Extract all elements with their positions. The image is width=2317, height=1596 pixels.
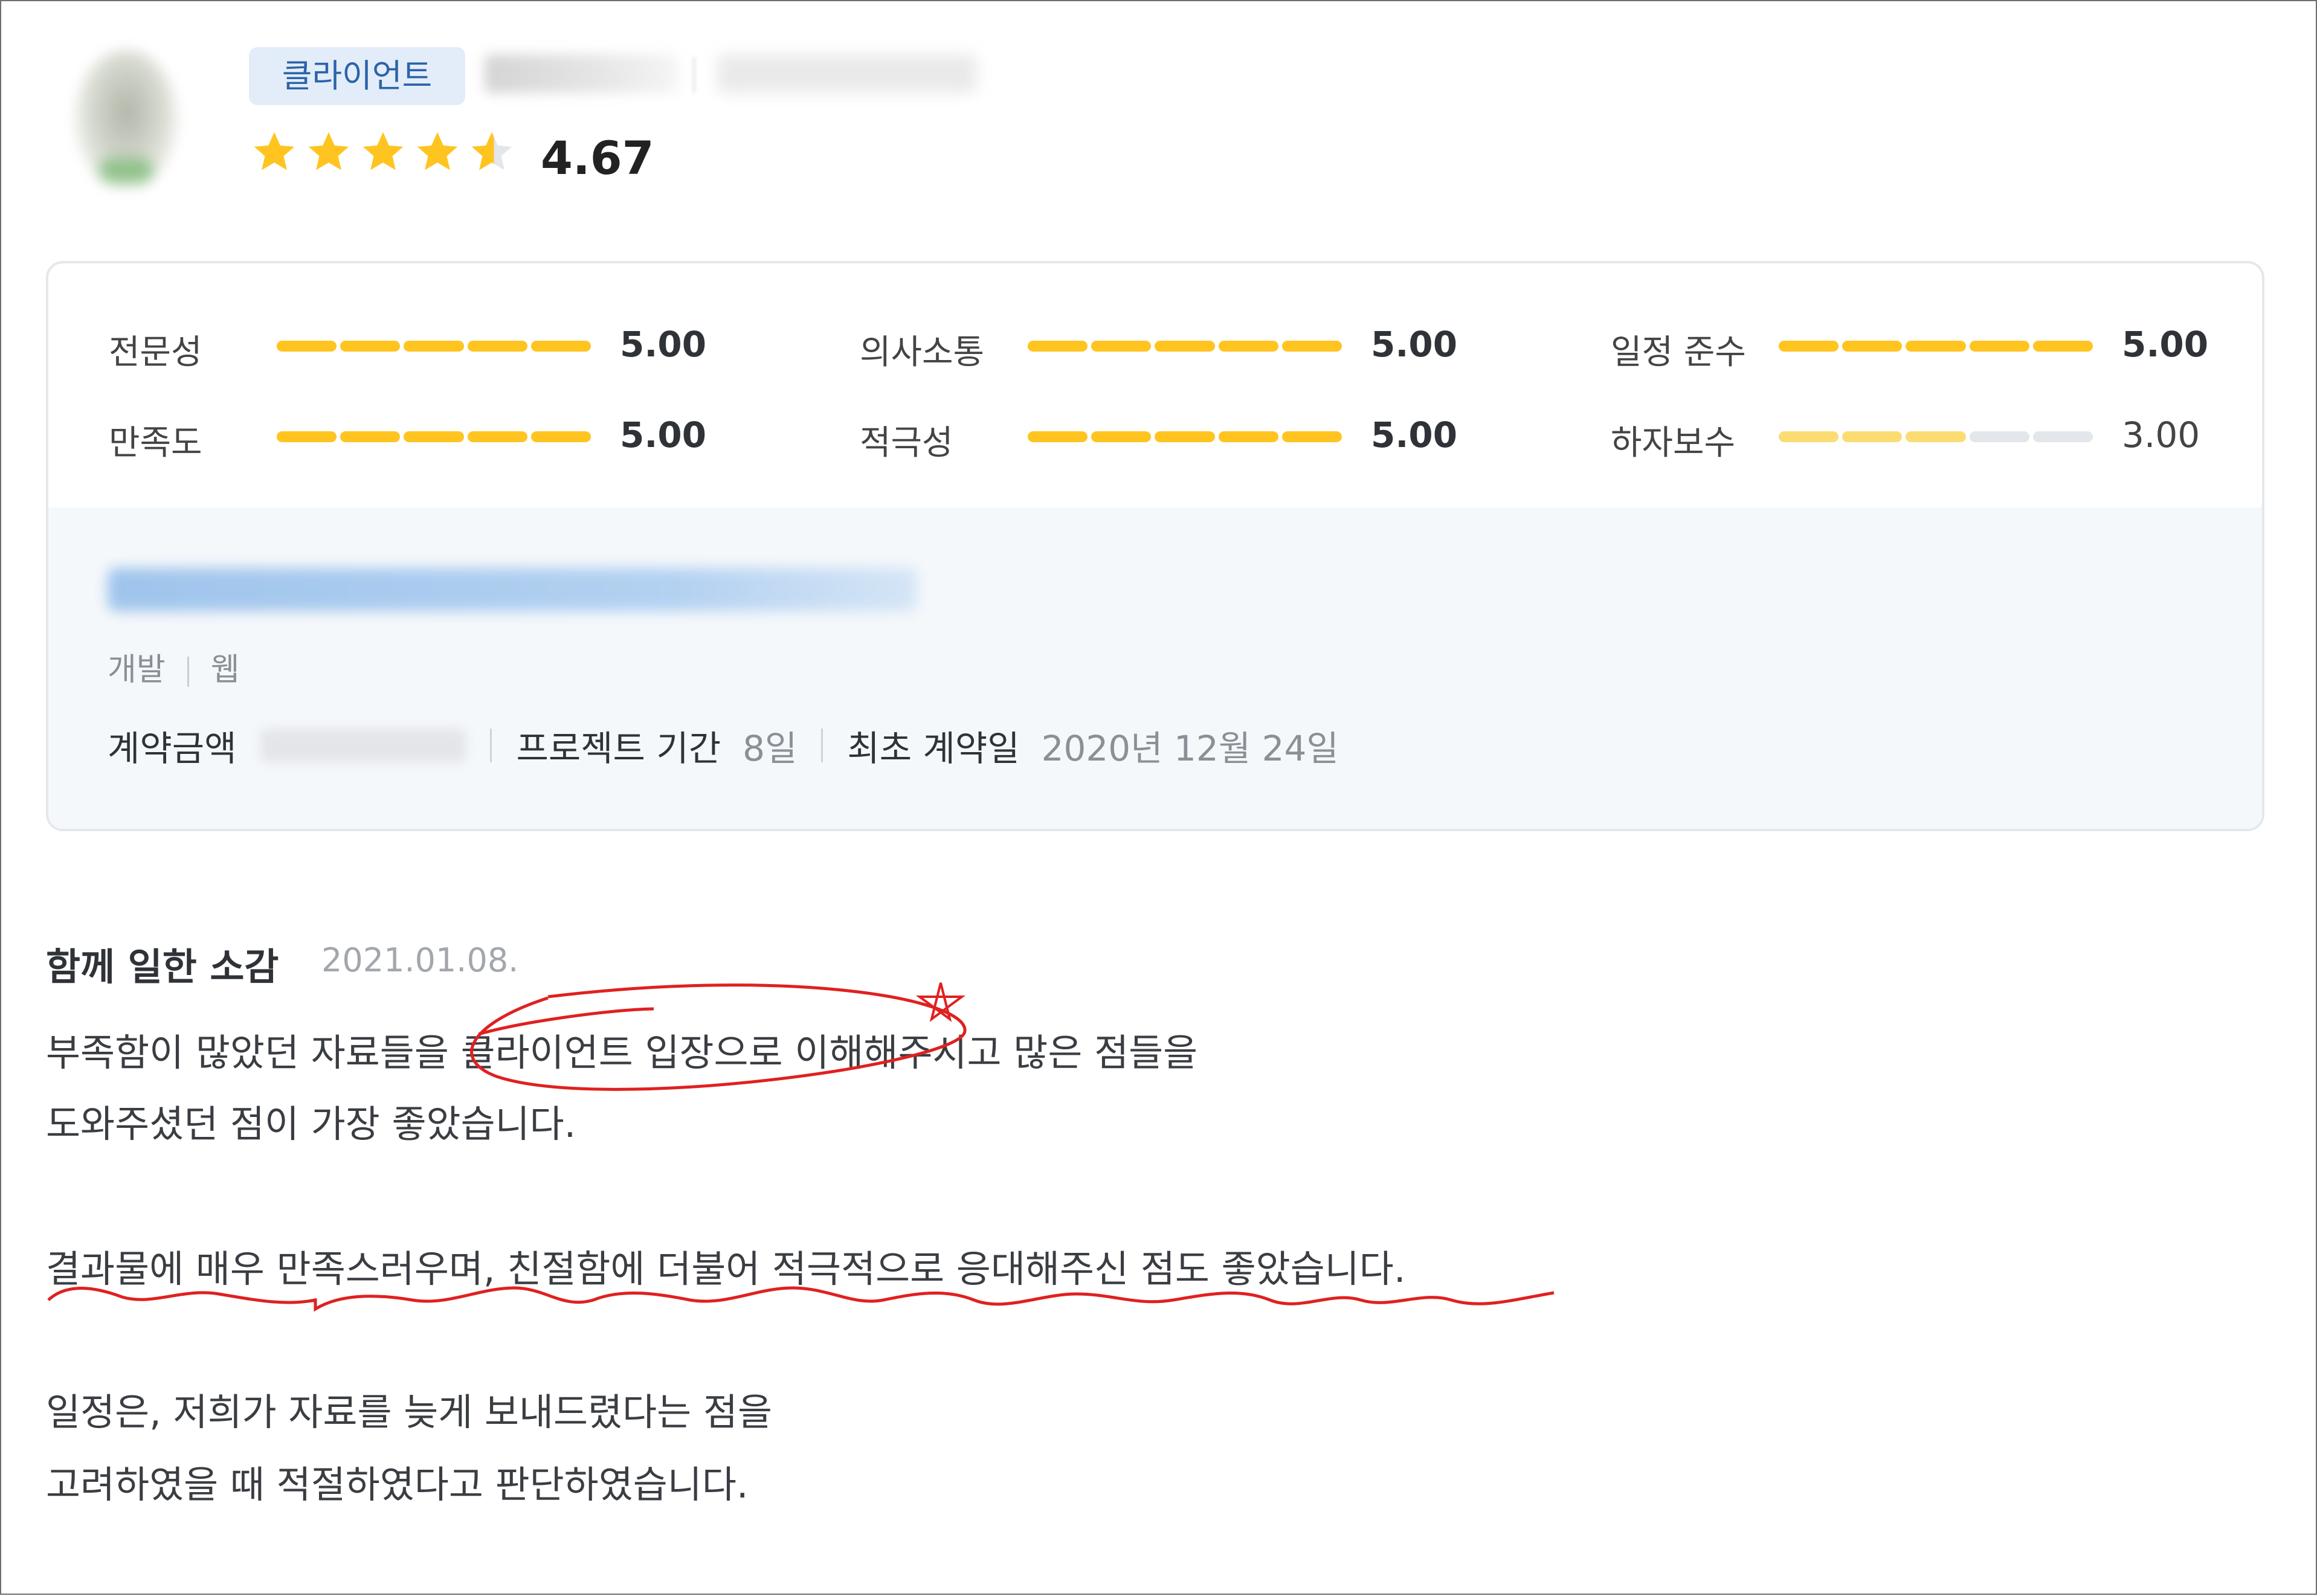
- bar-segment: [404, 341, 464, 352]
- rating-score: 4.67: [541, 131, 654, 185]
- bar-segment: [1218, 341, 1278, 352]
- bar-segment: [1028, 431, 1088, 442]
- review-line: 일정은, 저희가 자료를 늦게 보내드렸다는 점을: [46, 1390, 773, 1434]
- bar-segment: [340, 431, 401, 442]
- metric-bar: [277, 431, 591, 442]
- bar-segment: [2032, 341, 2093, 352]
- bar-segment: [1281, 341, 1342, 352]
- subcategory-label: 웹: [210, 652, 240, 688]
- metric-bar: [1028, 431, 1342, 442]
- project-info: 계약금액 프로젝트 기간 8일 최초 계약일 2020년 12월 24일: [108, 720, 1339, 771]
- blurred-amount: [260, 729, 466, 762]
- bar-segment: [530, 431, 591, 442]
- metric-value: 5.00: [1371, 414, 1458, 455]
- review-line: 도와주셨던 점이 가장 좋았습니다.: [46, 1102, 576, 1146]
- metric-bar: [1028, 341, 1342, 352]
- bar-segment: [467, 341, 527, 352]
- blurred-client-name: [485, 54, 678, 93]
- project-category: 개발 웹: [108, 644, 240, 689]
- metric-label: 의사소통: [860, 333, 985, 372]
- bar-segment: [1779, 431, 1839, 442]
- bar-segment: [1155, 341, 1215, 352]
- bar-segment: [340, 341, 401, 352]
- review-line: 결과물에 매우 만족스러우며, 친절함에 더불어 적극적으로 응대해주신 점도 …: [46, 1247, 1406, 1291]
- bar-segment: [1155, 431, 1215, 442]
- bar-segment: [277, 431, 337, 442]
- bar-segment: [404, 431, 464, 442]
- metric-value: 3.00: [2122, 414, 2200, 455]
- bar-segment: [1218, 431, 1278, 442]
- metric-bar: [277, 341, 591, 352]
- metric-value: 5.00: [2122, 324, 2209, 365]
- bar-segment: [530, 341, 591, 352]
- bar-segment: [1842, 341, 1903, 352]
- metric-value: 5.00: [620, 414, 707, 455]
- metric-bar: [1779, 341, 2093, 352]
- bar-segment: [1906, 431, 1966, 442]
- review-line: 고려하였을 때 적절하였다고 판단하였습니다.: [46, 1462, 749, 1507]
- star-half-icon: [471, 132, 512, 170]
- blurred-client-info: [717, 54, 977, 93]
- bar-segment: [467, 431, 527, 442]
- review-date: 2021.01.08.: [321, 941, 519, 979]
- bar-segment: [1842, 431, 1903, 442]
- bar-segment: [1028, 341, 1088, 352]
- avatar: [75, 50, 178, 188]
- bar-segment: [277, 341, 337, 352]
- bar-segment: [1091, 431, 1152, 442]
- star-rating: [251, 129, 515, 175]
- metric-value: 5.00: [1371, 324, 1458, 365]
- bar-segment: [1969, 431, 2029, 442]
- bar-segment: [2032, 431, 2093, 442]
- review-title: 함께 일한 소감: [46, 945, 279, 989]
- blurred-project-title-link[interactable]: [108, 568, 917, 611]
- review-card-frame: 클라이언트 4.67 전문성 5.00 의사소통 5.00 일정 준수 5.00: [0, 0, 2317, 1595]
- metric-label: 하자보수: [1611, 423, 1736, 463]
- divider: [821, 729, 823, 762]
- metric-bar: [1779, 431, 2093, 442]
- star-icon: [417, 132, 458, 170]
- bar-segment: [1969, 341, 2029, 352]
- client-badge: 클라이언트: [249, 47, 465, 105]
- star-icon: [254, 132, 295, 170]
- metric-value: 5.00: [620, 324, 707, 365]
- divider: [693, 57, 695, 93]
- period-label: 프로젝트 기간: [516, 728, 721, 769]
- divider: [187, 657, 189, 687]
- bar-segment: [1906, 341, 1966, 352]
- metric-label: 적극성: [860, 423, 953, 463]
- category-label: 개발: [108, 652, 166, 688]
- star-icon: [363, 132, 404, 170]
- metric-label: 일정 준수: [1611, 333, 1746, 372]
- metric-label: 전문성: [109, 333, 202, 372]
- project-section: [48, 507, 2262, 829]
- bar-segment: [1091, 341, 1152, 352]
- first-contract-label: 최초 계약일: [847, 728, 1020, 769]
- bar-segment: [1779, 341, 1839, 352]
- annotation-star-icon: [915, 982, 966, 1022]
- review-line: 부족함이 많았던 자료들을 클라이언트 입장으로 이해해주시고 많은 점들을: [46, 1031, 1198, 1075]
- divider: [490, 729, 492, 762]
- star-icon: [308, 132, 349, 170]
- period-value: 8일: [743, 728, 798, 769]
- amount-label: 계약금액: [108, 728, 237, 769]
- first-contract-value: 2020년 12월 24일: [1041, 728, 1339, 769]
- bar-segment: [1281, 431, 1342, 442]
- metric-label: 만족도: [109, 423, 202, 463]
